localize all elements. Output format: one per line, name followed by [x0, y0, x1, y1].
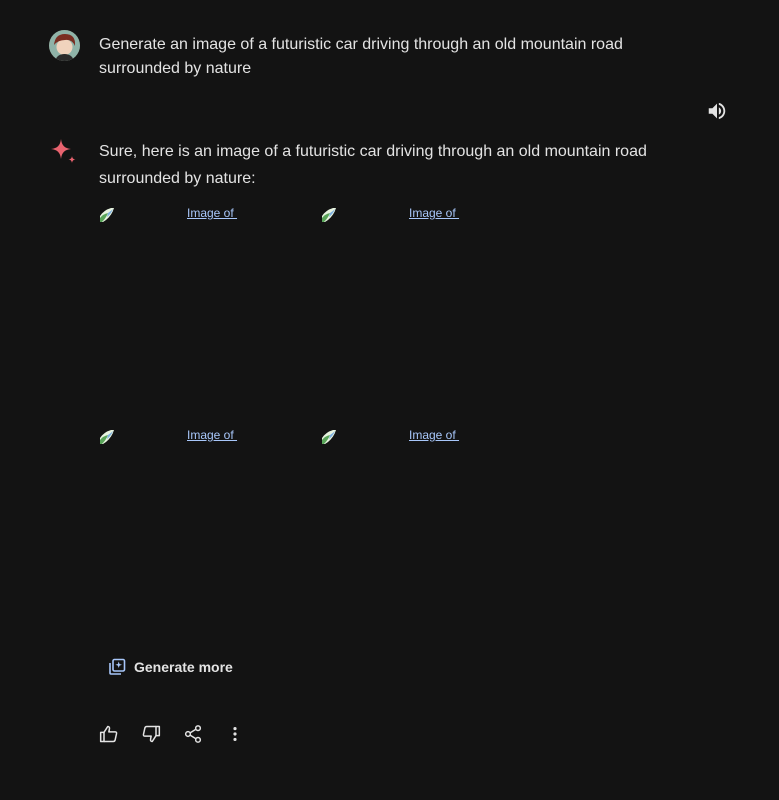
generate-more-label: Generate more: [134, 659, 233, 675]
broken-image-icon: [100, 208, 114, 222]
read-aloud-button[interactable]: [704, 98, 730, 124]
user-prompt-text: Generate an image of a futuristic car dr…: [99, 36, 623, 77]
more-options-button[interactable]: [222, 721, 248, 747]
share-icon: [184, 725, 202, 743]
generated-image-3[interactable]: Image of: [99, 428, 309, 639]
image-alt-link[interactable]: Image of: [409, 206, 459, 220]
generated-image-2[interactable]: Image of: [321, 206, 531, 417]
gemini-spark-icon: [49, 137, 79, 167]
share-button[interactable]: [180, 721, 206, 747]
response-text: Sure, here is an image of a futuristic c…: [99, 143, 647, 187]
thumb-up-icon: [99, 725, 118, 743]
generate-images-icon: [109, 658, 126, 675]
broken-image-icon: [322, 208, 336, 222]
thumb-down-button[interactable]: [138, 721, 164, 747]
thumb-down-icon: [142, 725, 161, 743]
user-avatar[interactable]: [49, 30, 80, 61]
image-alt-link[interactable]: Image of: [409, 428, 459, 442]
broken-image-icon: [100, 430, 114, 444]
volume-up-icon: [708, 102, 726, 120]
generate-more-button[interactable]: Generate more: [99, 651, 242, 683]
image-alt-link[interactable]: Image of: [187, 206, 237, 220]
more-vert-icon: [233, 727, 237, 741]
generated-image-4[interactable]: Image of: [321, 428, 531, 639]
generated-image-1[interactable]: Image of: [99, 206, 309, 417]
thumb-up-button[interactable]: [96, 721, 122, 747]
image-alt-link[interactable]: Image of: [187, 428, 237, 442]
broken-image-icon: [322, 430, 336, 444]
